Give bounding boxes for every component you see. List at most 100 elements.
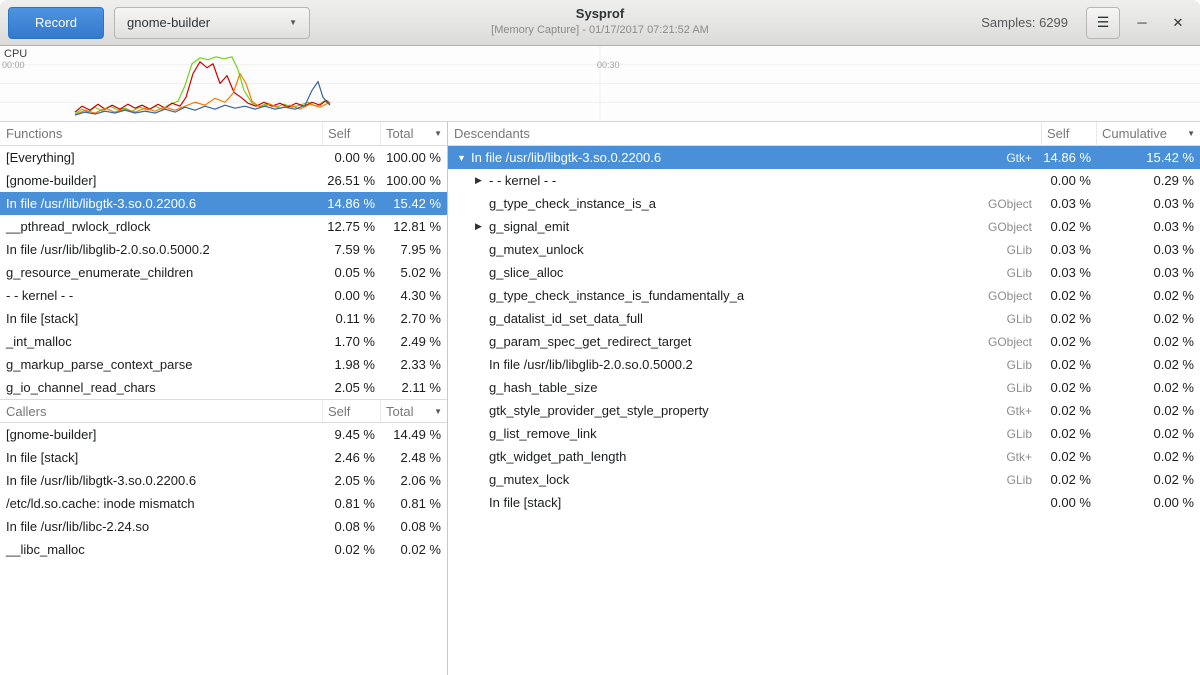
library-badge: GLib bbox=[1007, 381, 1042, 395]
library-badge: GLib bbox=[1007, 473, 1042, 487]
table-row[interactable]: ▼In file /usr/lib/libgtk-3.so.0.2200.6Gt… bbox=[448, 146, 1200, 169]
table-row[interactable]: /etc/ld.so.cache: inode mismatch0.81 %0.… bbox=[0, 492, 447, 515]
self-percent: 0.02 % bbox=[1042, 334, 1097, 349]
symbol-name: __libc_malloc bbox=[0, 542, 323, 557]
table-row[interactable]: In file /usr/lib/libgtk-3.so.0.2200.62.0… bbox=[0, 469, 447, 492]
column-header-descendants[interactable]: Descendants bbox=[448, 122, 1042, 145]
symbol-name: In file [stack] bbox=[489, 495, 1032, 510]
column-label: Total bbox=[386, 404, 413, 419]
table-row[interactable]: g_datalist_id_set_data_fullGLib0.02 %0.0… bbox=[448, 307, 1200, 330]
table-row[interactable]: gtk_widget_path_lengthGtk+0.02 %0.02 % bbox=[448, 445, 1200, 468]
table-row[interactable]: g_slice_allocGLib0.03 %0.03 % bbox=[448, 261, 1200, 284]
table-row[interactable]: g_mutex_lockGLib0.02 %0.02 % bbox=[448, 468, 1200, 491]
symbol-name: __pthread_rwlock_rdlock bbox=[0, 219, 323, 234]
record-button[interactable]: Record bbox=[8, 7, 104, 39]
symbol-name: - - kernel - - bbox=[489, 173, 1032, 188]
self-percent: 1.70 % bbox=[323, 334, 381, 349]
table-row[interactable]: [gnome-builder]26.51 %100.00 % bbox=[0, 169, 447, 192]
table-row[interactable]: gtk_style_provider_get_style_propertyGtk… bbox=[448, 399, 1200, 422]
table-row[interactable]: In file /usr/lib/libglib-2.0.so.0.5000.2… bbox=[0, 238, 447, 261]
table-row[interactable]: g_mutex_unlockGLib0.03 %0.03 % bbox=[448, 238, 1200, 261]
symbol-name: g_resource_enumerate_children bbox=[0, 265, 323, 280]
collapse-arrow-icon[interactable]: ▼ bbox=[456, 153, 471, 163]
sysprof-window: Record gnome-builder ▼ Sysprof [Memory C… bbox=[0, 0, 1200, 675]
header-right-controls: Samples: 6299 ☰ ─ ✕ bbox=[981, 7, 1192, 39]
column-label: Self bbox=[328, 404, 350, 419]
library-badge: Gtk+ bbox=[1006, 151, 1042, 165]
table-row[interactable]: In file [stack]0.11 %2.70 % bbox=[0, 307, 447, 330]
table-row[interactable]: In file /usr/lib/libc-2.24.so0.08 %0.08 … bbox=[0, 515, 447, 538]
total-percent: 0.81 % bbox=[381, 496, 447, 511]
table-row[interactable]: In file [stack]0.00 %0.00 % bbox=[448, 491, 1200, 514]
total-percent: 5.02 % bbox=[381, 265, 447, 280]
table-row[interactable]: g_param_spec_get_redirect_targetGObject0… bbox=[448, 330, 1200, 353]
symbol-name: g_datalist_id_set_data_full bbox=[489, 311, 1007, 326]
self-percent: 0.11 % bbox=[323, 311, 381, 326]
total-percent: 0.08 % bbox=[381, 519, 447, 534]
column-header-total[interactable]: Total ▼ bbox=[381, 400, 447, 422]
table-row[interactable]: __pthread_rwlock_rdlock12.75 %12.81 % bbox=[0, 215, 447, 238]
chevron-down-icon: ▼ bbox=[289, 18, 297, 27]
self-percent: 0.02 % bbox=[323, 542, 381, 557]
self-percent: 0.02 % bbox=[1042, 403, 1097, 418]
expand-arrow-icon[interactable]: ▶ bbox=[474, 221, 489, 232]
table-row[interactable]: g_type_check_instance_is_aGObject0.03 %0… bbox=[448, 192, 1200, 215]
process-selector-dropdown[interactable]: gnome-builder ▼ bbox=[114, 7, 310, 39]
table-row[interactable]: g_type_check_instance_is_fundamentally_a… bbox=[448, 284, 1200, 307]
cumulative-percent: 0.02 % bbox=[1097, 426, 1200, 441]
self-percent: 14.86 % bbox=[323, 196, 381, 211]
self-percent: 9.45 % bbox=[323, 427, 381, 442]
table-row[interactable]: g_list_remove_linkGLib0.02 %0.02 % bbox=[448, 422, 1200, 445]
sort-indicator-icon: ▼ bbox=[434, 407, 442, 416]
close-icon: ✕ bbox=[1173, 15, 1184, 31]
table-row[interactable]: ▶g_signal_emitGObject0.02 %0.03 % bbox=[448, 215, 1200, 238]
table-row[interactable]: __libc_malloc0.02 %0.02 % bbox=[0, 538, 447, 561]
table-row[interactable]: g_io_channel_read_chars2.05 %2.11 % bbox=[0, 376, 447, 399]
self-percent: 0.02 % bbox=[1042, 288, 1097, 303]
table-row[interactable]: In file /usr/lib/libglib-2.0.so.0.5000.2… bbox=[448, 353, 1200, 376]
cumulative-percent: 0.02 % bbox=[1097, 380, 1200, 395]
close-button[interactable]: ✕ bbox=[1164, 9, 1192, 37]
column-header-callers[interactable]: Callers bbox=[0, 400, 323, 422]
table-row[interactable]: _int_malloc1.70 %2.49 % bbox=[0, 330, 447, 353]
cpu-graph[interactable]: CPU 00:00 00:30 bbox=[0, 46, 1200, 122]
cumulative-percent: 0.02 % bbox=[1097, 472, 1200, 487]
column-header-self[interactable]: Self bbox=[323, 400, 381, 422]
table-row[interactable]: In file [stack]2.46 %2.48 % bbox=[0, 446, 447, 469]
self-percent: 0.81 % bbox=[323, 496, 381, 511]
symbol-name: g_hash_table_size bbox=[489, 380, 1007, 395]
symbol-name: gtk_style_provider_get_style_property bbox=[489, 403, 1006, 418]
table-row[interactable]: - - kernel - -0.00 %4.30 % bbox=[0, 284, 447, 307]
symbol-name: [Everything] bbox=[0, 150, 323, 165]
cumulative-percent: 0.03 % bbox=[1097, 219, 1200, 234]
table-row[interactable]: [gnome-builder]9.45 %14.49 % bbox=[0, 423, 447, 446]
column-header-self[interactable]: Self bbox=[1042, 122, 1097, 145]
total-percent: 15.42 % bbox=[381, 196, 447, 211]
total-percent: 2.70 % bbox=[381, 311, 447, 326]
table-row[interactable]: g_markup_parse_context_parse1.98 %2.33 % bbox=[0, 353, 447, 376]
cumulative-percent: 0.02 % bbox=[1097, 311, 1200, 326]
table-row[interactable]: [Everything]0.00 %100.00 % bbox=[0, 146, 447, 169]
column-header-self[interactable]: Self bbox=[323, 122, 381, 145]
table-row[interactable]: g_resource_enumerate_children0.05 %5.02 … bbox=[0, 261, 447, 284]
symbol-name: In file [stack] bbox=[0, 450, 323, 465]
column-header-functions[interactable]: Functions bbox=[0, 122, 323, 145]
main-content: Functions Self Total ▼ [Everything]0.00 … bbox=[0, 122, 1200, 675]
cpu-line-blue bbox=[75, 82, 330, 116]
column-header-cumulative[interactable]: Cumulative ▼ bbox=[1097, 122, 1200, 145]
menu-button[interactable]: ☰ bbox=[1086, 7, 1120, 39]
minimize-button[interactable]: ─ bbox=[1128, 9, 1156, 37]
column-label: Total bbox=[386, 126, 413, 141]
descendants-table: ▼In file /usr/lib/libgtk-3.so.0.2200.6Gt… bbox=[448, 146, 1200, 514]
self-percent: 0.02 % bbox=[1042, 219, 1097, 234]
table-row[interactable]: In file /usr/lib/libgtk-3.so.0.2200.614.… bbox=[0, 192, 447, 215]
cumulative-percent: 0.00 % bbox=[1097, 495, 1200, 510]
table-row[interactable]: g_hash_table_sizeGLib0.02 %0.02 % bbox=[448, 376, 1200, 399]
library-badge: GLib bbox=[1007, 427, 1042, 441]
callers-table-header: Callers Self Total ▼ bbox=[0, 399, 447, 423]
self-percent: 2.05 % bbox=[323, 473, 381, 488]
table-row[interactable]: ▶- - kernel - -0.00 %0.29 % bbox=[448, 169, 1200, 192]
column-label: Cumulative bbox=[1102, 126, 1167, 141]
column-header-total[interactable]: Total ▼ bbox=[381, 122, 447, 145]
expand-arrow-icon[interactable]: ▶ bbox=[474, 175, 489, 186]
